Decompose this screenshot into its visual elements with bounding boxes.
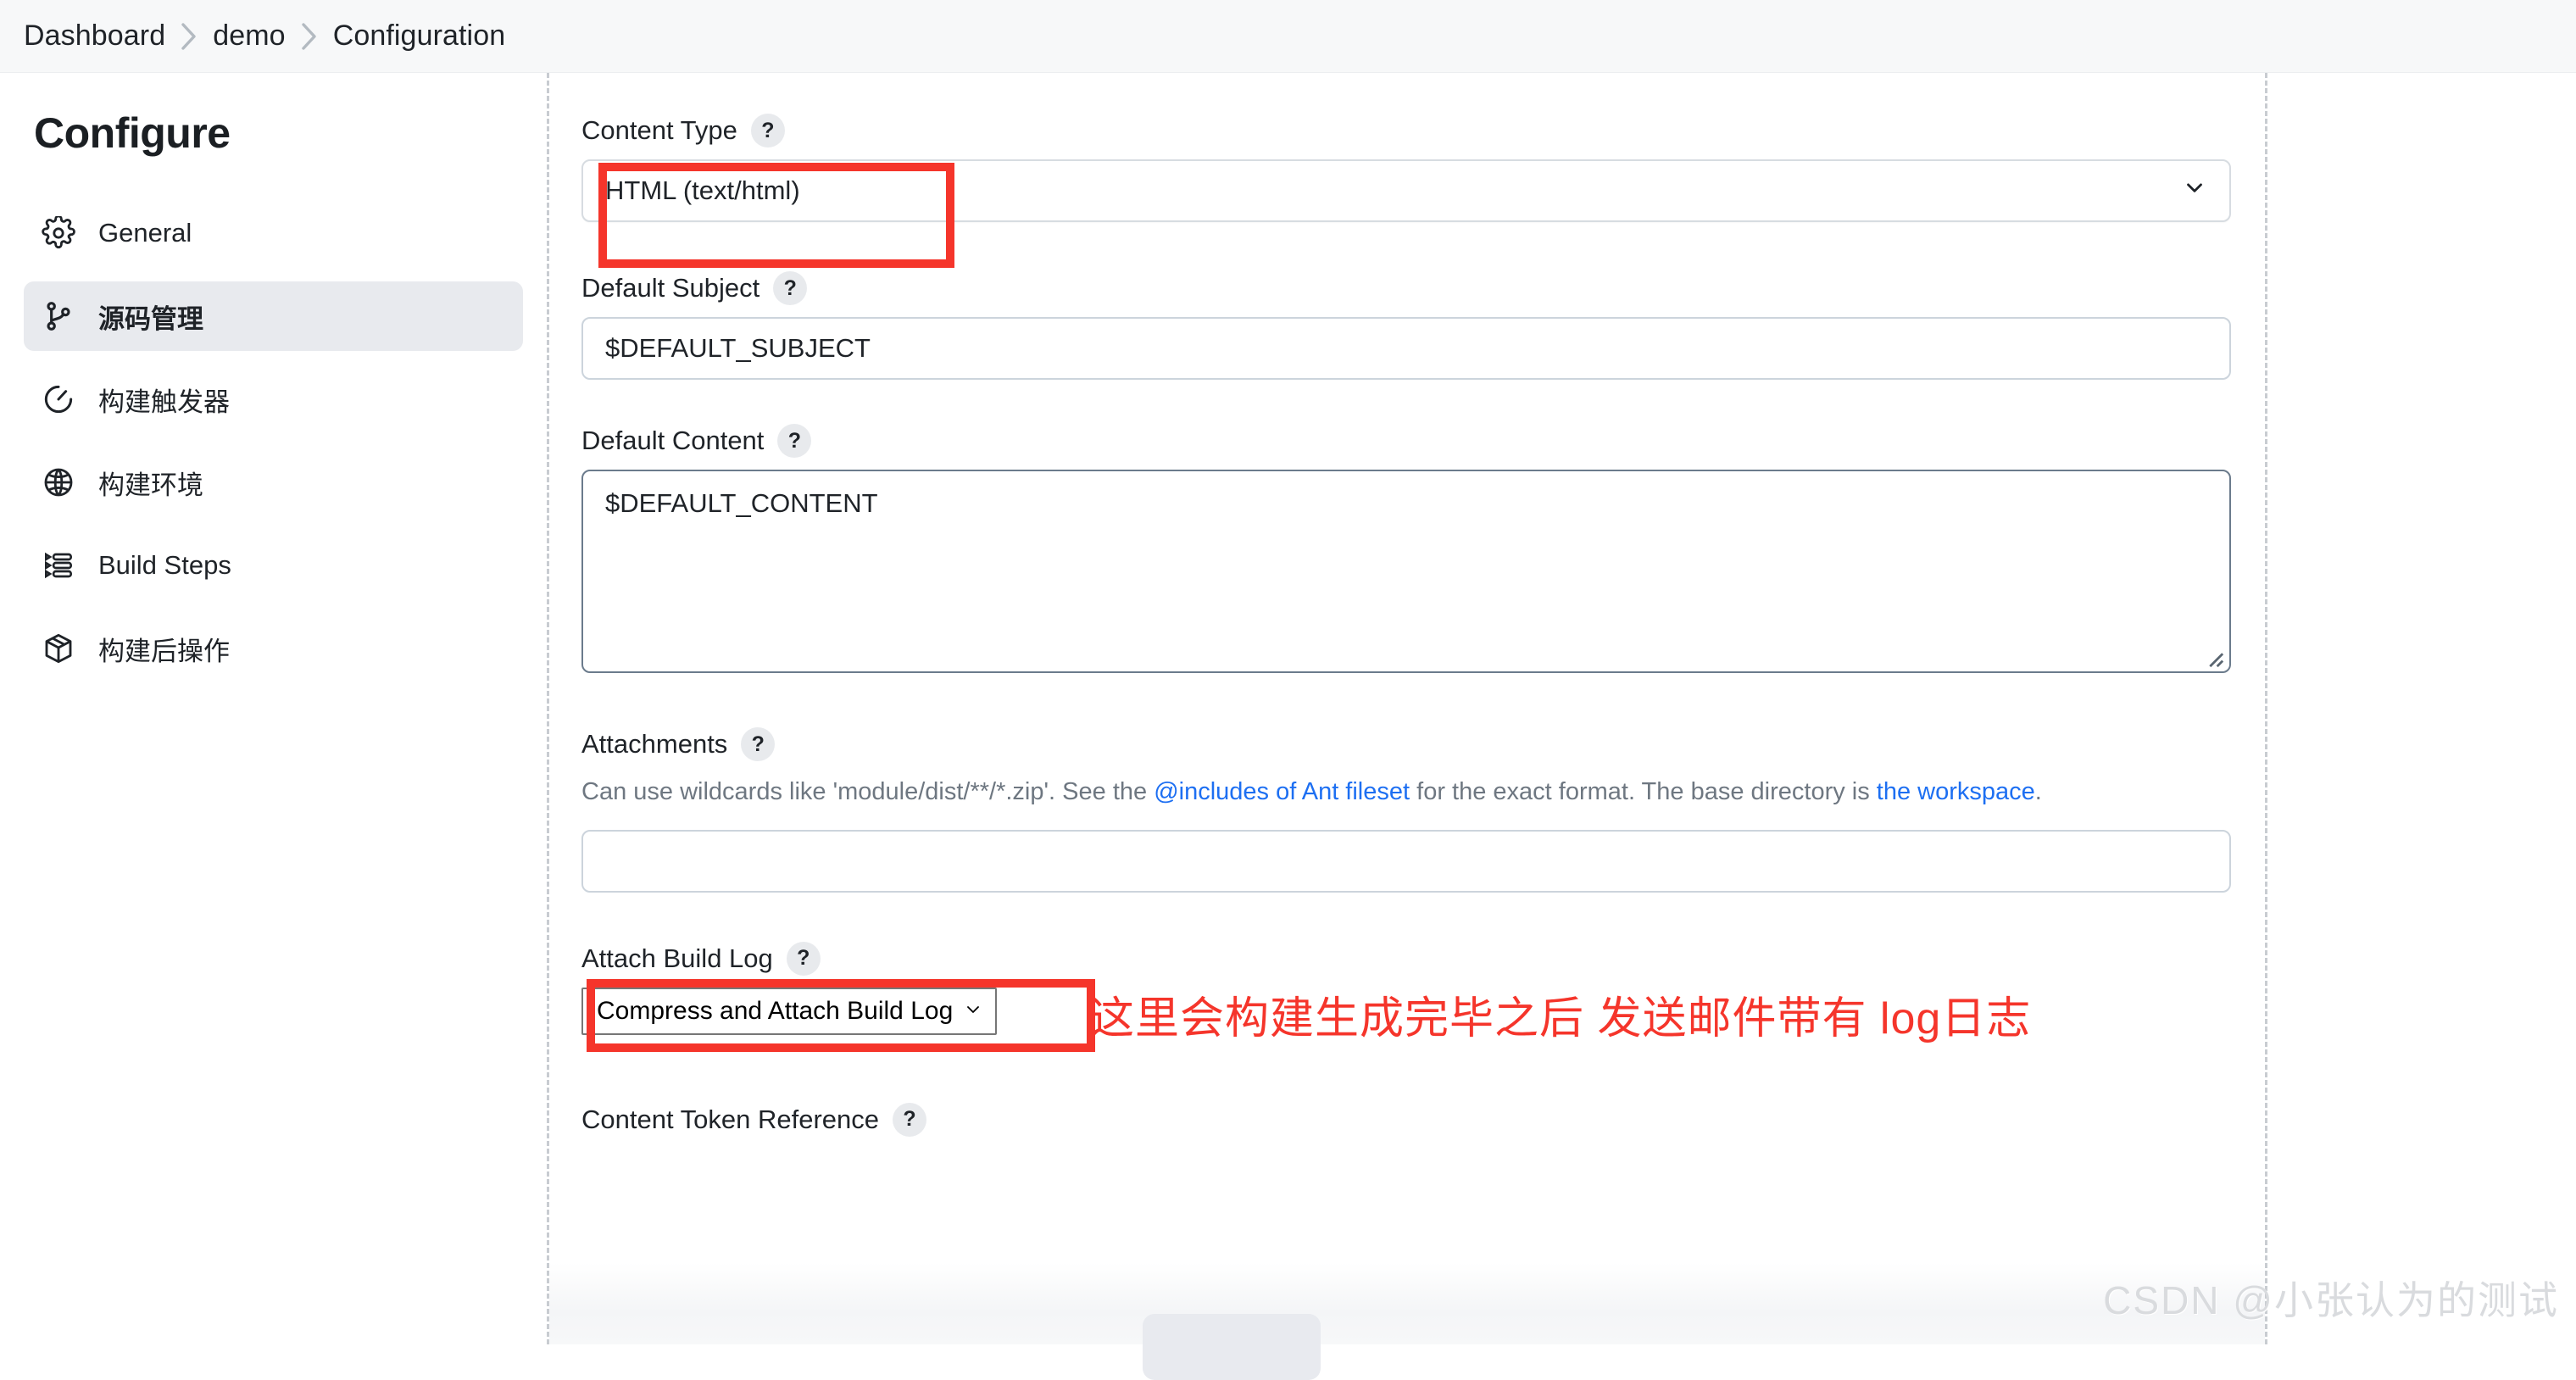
- sidebar-item-label: General: [98, 218, 192, 248]
- package-icon: [41, 631, 76, 666]
- content-type-select[interactable]: HTML (text/html): [581, 159, 2231, 222]
- sidebar-item-label: 构建环境: [98, 470, 203, 500]
- clock-icon: [41, 381, 76, 417]
- page-title: Configure: [34, 109, 231, 157]
- attachments-help-text: Can use wildcards like 'module/dist/**/*…: [581, 773, 2231, 811]
- configure-sidebar: Configure General 源码管理 构建触发器 构建环境 Build …: [0, 73, 547, 1344]
- content-type-label-text: Content Type: [581, 115, 737, 145]
- gear-icon: [41, 215, 76, 251]
- default-content-label-text: Default Content: [581, 426, 765, 455]
- default-content-label: Default Content ?: [581, 424, 2231, 458]
- list-icon: [41, 548, 76, 583]
- field-default-subject: Default Subject ? $DEFAULT_SUBJECT: [581, 271, 2231, 380]
- breadcrumb-item-configuration[interactable]: Configuration: [333, 19, 506, 53]
- breadcrumb: Dashboard demo Configuration: [0, 0, 2576, 73]
- default-content-value: $DEFAULT_CONTENT: [605, 488, 878, 518]
- field-default-content: Default Content ? $DEFAULT_CONTENT: [581, 424, 2231, 673]
- help-icon[interactable]: ?: [786, 941, 821, 976]
- sidebar-item-label: 构建后操作: [98, 636, 230, 666]
- chevron-right-icon: [286, 22, 333, 51]
- attach-build-log-value: Compress and Attach Build Log: [597, 996, 954, 1025]
- content-type-label: Content Type ?: [581, 114, 2231, 147]
- attachments-label: Attachments ?: [581, 727, 2231, 761]
- breadcrumb-item-dashboard[interactable]: Dashboard: [24, 19, 165, 53]
- save-button[interactable]: [1143, 1314, 1321, 1380]
- attachments-input[interactable]: [581, 829, 2231, 893]
- attachments-help-prefix: Can use wildcards like 'module/dist/**/*…: [581, 778, 1154, 805]
- sidebar-item-build-steps[interactable]: Build Steps: [24, 531, 523, 600]
- help-icon[interactable]: ?: [773, 271, 808, 305]
- sidebar-item-label: Build Steps: [98, 550, 231, 580]
- breadcrumb-item-demo[interactable]: demo: [213, 19, 285, 53]
- chevron-right-icon: [165, 22, 213, 51]
- configuration-form: Content Type ? HTML (text/html) Default …: [547, 73, 2267, 1380]
- attachments-help-suffix: .: [2034, 778, 2042, 805]
- sidebar-item-source-code-management[interactable]: 源码管理: [24, 281, 523, 351]
- ant-fileset-link[interactable]: @includes of Ant fileset: [1154, 778, 1410, 805]
- help-icon[interactable]: ?: [741, 727, 776, 761]
- right-pane: [2267, 73, 2576, 1344]
- content-token-reference-label-text: Content Token Reference: [581, 1104, 879, 1134]
- resize-grip-icon[interactable]: [2202, 644, 2224, 668]
- sidebar-item-general[interactable]: General: [24, 198, 523, 268]
- field-content-token-reference: Content Token Reference ?: [581, 1102, 2231, 1137]
- branch-icon: [41, 298, 76, 334]
- attachments-label-text: Attachments: [581, 729, 728, 759]
- help-icon[interactable]: ?: [750, 114, 785, 147]
- sidebar-item-label: 构建触发器: [98, 387, 230, 417]
- default-content-textarea[interactable]: $DEFAULT_CONTENT: [581, 470, 2231, 673]
- help-icon[interactable]: ?: [777, 424, 812, 458]
- chevron-down-icon: [2182, 175, 2207, 207]
- attach-build-log-select[interactable]: Compress and Attach Build Log: [581, 987, 998, 1035]
- sidebar-item-build-environment[interactable]: 构建环境: [24, 448, 523, 517]
- attach-build-log-label: Attach Build Log ?: [581, 941, 2231, 976]
- attachments-help-mid: for the exact format. The base directory…: [1410, 778, 1877, 805]
- sidebar-item-label: 源码管理: [98, 303, 203, 334]
- help-icon[interactable]: ?: [893, 1102, 926, 1137]
- workspace-link[interactable]: the workspace: [1877, 778, 2035, 805]
- form-bottom-bar: [549, 1263, 2265, 1344]
- field-attachments: Attachments ? Can use wildcards like 'mo…: [581, 727, 2231, 893]
- globe-icon: [41, 465, 76, 500]
- content-token-reference-label: Content Token Reference ?: [581, 1102, 2231, 1137]
- sidebar-item-build-triggers[interactable]: 构建触发器: [24, 364, 523, 434]
- sidebar-item-post-build-actions[interactable]: 构建后操作: [24, 614, 523, 683]
- field-content-type: Content Type ? HTML (text/html): [581, 114, 2231, 268]
- content-type-value: HTML (text/html): [605, 175, 800, 205]
- annotation-note: 这里会构建生成完毕之后 发送邮件带有 log日志: [1090, 993, 2032, 1043]
- chevron-down-icon: [963, 997, 983, 1026]
- default-subject-label: Default Subject ?: [581, 271, 2231, 305]
- field-attach-build-log: Attach Build Log ? Compress and Attach B…: [581, 941, 2231, 1052]
- default-subject-input[interactable]: $DEFAULT_SUBJECT: [581, 317, 2231, 380]
- default-subject-label-text: Default Subject: [581, 273, 760, 303]
- attach-build-log-label-text: Attach Build Log: [581, 943, 773, 973]
